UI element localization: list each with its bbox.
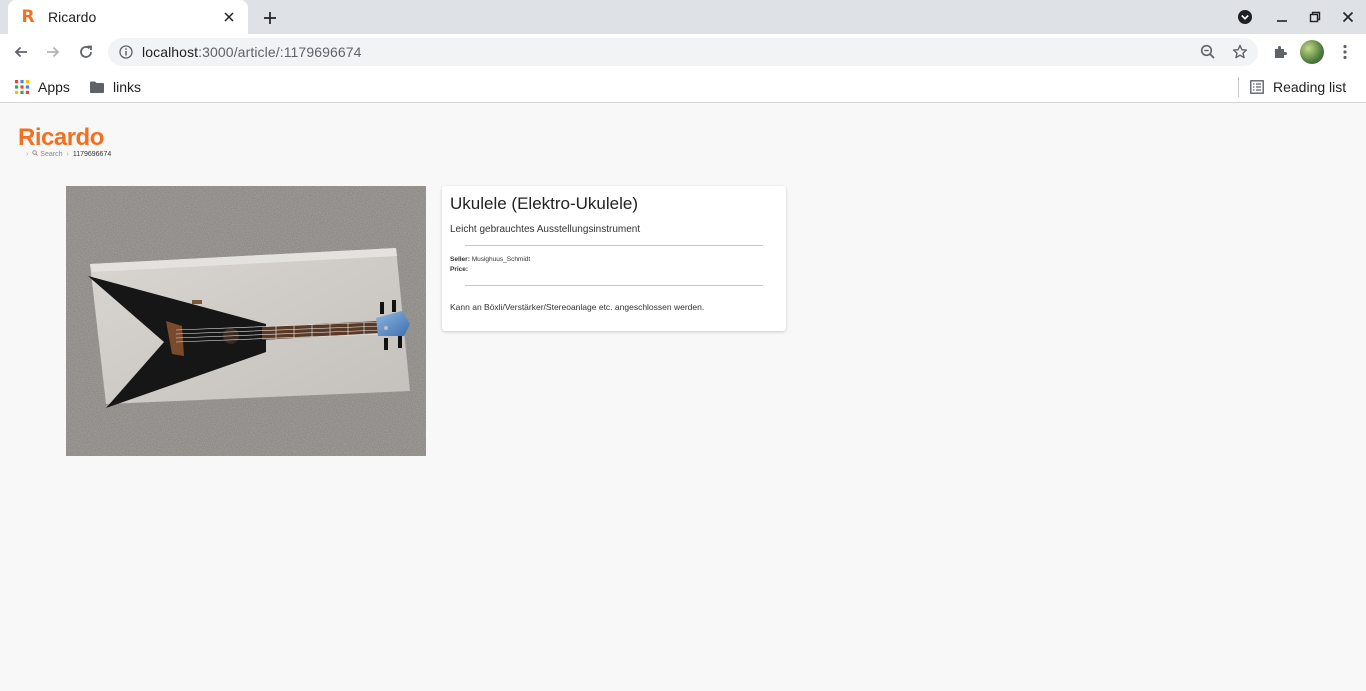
minimize-icon[interactable]: [1272, 7, 1292, 27]
reading-list-icon: [1249, 79, 1265, 95]
breadcrumb-search-label: Search: [40, 151, 63, 158]
tab-title: Ricardo: [48, 9, 97, 25]
seller-row: Seller: Musighuus_Schmidt: [450, 255, 778, 265]
zoom-icon[interactable]: [1198, 42, 1218, 62]
breadcrumb-search-link[interactable]: Search: [32, 150, 62, 158]
page-content: Ricardo › Search › 1179696674 Ukulele (E…: [0, 104, 1366, 691]
breadcrumb: › Search › 1179696674: [22, 150, 111, 158]
url-path: :3000/article/:1179696674: [198, 44, 362, 60]
back-button[interactable]: [8, 39, 34, 65]
extensions-icon[interactable]: [1268, 40, 1292, 64]
article-title: Ukulele (Elektro-Ukulele): [450, 194, 639, 213]
reading-list-label: Reading list: [1273, 79, 1347, 95]
browser-menu-icon[interactable]: [1333, 40, 1357, 64]
seller-value: Musighuus_Schmidt: [471, 256, 531, 263]
bookmarks-bar: Apps links Reading list: [0, 70, 1366, 103]
ricardo-logo[interactable]: Ricardo: [18, 124, 104, 152]
breadcrumb-chevron-icon: ›: [26, 150, 29, 158]
breadcrumb-search-icon: [32, 150, 39, 156]
article-description: Kann an Böxli/Verstärker/Stereoanlage et…: [450, 302, 705, 312]
breadcrumb-current: 1179696674: [72, 150, 112, 158]
bookmark-apps[interactable]: Apps: [14, 76, 70, 98]
breadcrumb-chevron-icon: ›: [66, 150, 69, 158]
bookmark-apps-label: Apps: [38, 79, 70, 95]
tab-strip: R Ricardo: [0, 0, 1366, 34]
forward-button[interactable]: [40, 39, 66, 65]
close-window-icon[interactable]: [1338, 7, 1358, 27]
article-meta: Seller: Musighuus_Schmidt Price:: [450, 255, 778, 275]
folder-icon: [89, 79, 105, 95]
reading-list-button[interactable]: Reading list: [1249, 76, 1346, 98]
browser-toolbar: localhost:3000/article/:1179696674: [0, 34, 1366, 70]
bookmark-links-label: links: [113, 79, 142, 95]
site-info-icon[interactable]: [118, 44, 134, 60]
url-text: localhost:3000/article/:1179696674: [142, 44, 362, 60]
tab-search-icon[interactable]: [1235, 7, 1255, 27]
close-tab-icon[interactable]: [220, 8, 238, 26]
price-label: Price:: [450, 266, 469, 273]
bookmarks-separator: [1238, 77, 1239, 97]
restore-icon[interactable]: [1305, 7, 1325, 27]
divider: [465, 285, 763, 286]
article-subtitle: Leicht gebrauchtes Ausstellungsinstrumen…: [450, 224, 641, 235]
url-host: localhost: [142, 44, 199, 60]
bookmark-links-folder[interactable]: links: [89, 76, 141, 98]
browser-tab[interactable]: R Ricardo: [8, 0, 248, 34]
article-image: [66, 186, 426, 456]
bookmark-star-icon[interactable]: [1230, 42, 1250, 62]
apps-grid-icon: [14, 79, 30, 95]
ricardo-favicon-icon: R: [21, 7, 35, 27]
profile-avatar-icon[interactable]: [1300, 40, 1324, 64]
address-bar[interactable]: localhost:3000/article/:1179696674: [108, 38, 1258, 66]
article-details-card: Ukulele (Elektro-Ukulele) Leicht gebrauc…: [442, 186, 786, 331]
reload-button[interactable]: [73, 39, 99, 65]
divider: [465, 245, 763, 246]
price-row: Price:: [450, 265, 778, 275]
seller-label: Seller:: [450, 256, 470, 263]
new-tab-button[interactable]: [258, 6, 282, 30]
